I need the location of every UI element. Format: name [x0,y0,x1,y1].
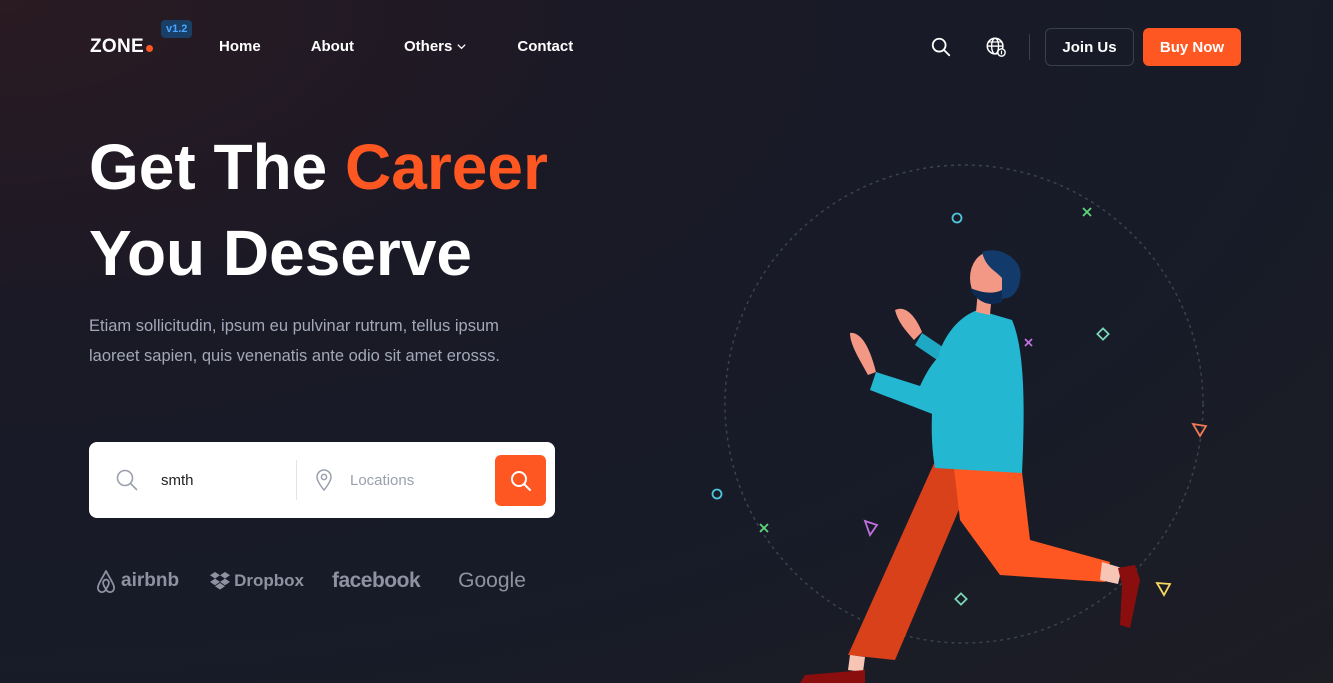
version-badge: v1.2 [161,20,193,38]
search-divider [296,460,297,500]
deco-cross [1024,338,1033,347]
deco-diamond [1096,327,1110,341]
location-pin-icon [316,469,332,492]
logo-text: ZONE [90,36,144,57]
search-icon [510,470,531,491]
nav-home[interactable]: Home [219,38,261,55]
brand-logos: airbnb Dropbox facebook Google [94,568,554,594]
main-nav: Home About Others Contact [219,38,623,55]
keyword-input[interactable] [161,468,281,492]
brand-dropbox-label: Dropbox [234,571,304,590]
hero-description: Etiam sollicitudin, ipsum eu pulvinar ru… [89,317,500,365]
nav-others[interactable]: Others [404,38,467,55]
job-search-box [89,442,555,518]
hero-illustration [711,164,1208,683]
deco-cross [1082,207,1092,217]
header-divider [1029,34,1030,60]
globe-icon[interactable] [985,36,1007,58]
hero-title-start: Get The [89,131,328,203]
brand-airbnb-label: airbnb [121,570,180,591]
airbnb-logo-icon [97,570,115,593]
deco-triangle [863,519,879,537]
search-submit-button[interactable] [495,455,546,506]
deco-circle [951,212,963,224]
brand-airbnb: airbnb [94,568,179,594]
deco-triangle [1155,581,1172,597]
chevron-down-icon [457,44,466,50]
running-person [800,250,1140,683]
hero-title: Get The Career You Deserve [89,124,548,296]
logo[interactable]: ZONE [90,36,153,58]
brand-google-label: Google [458,569,526,592]
deco-triangle [1191,422,1208,438]
deco-cross [759,523,769,533]
join-us-button[interactable]: Join Us [1045,28,1134,66]
deco-diamond [954,592,968,606]
brand-google: Google [458,569,526,593]
dropbox-logo-icon [210,572,231,590]
search-icon[interactable] [930,36,952,58]
location-input[interactable] [350,468,480,492]
hero-title-line2: You Deserve [89,217,472,289]
deco-circle [711,488,723,500]
buy-now-button[interactable]: Buy Now [1143,28,1241,66]
brand-facebook: facebook [331,569,421,593]
logo-dot [145,45,153,52]
brand-facebook-label: facebook [331,569,421,592]
hero-title-accent: Career [345,131,548,203]
nav-others-label: Others [404,38,453,55]
nav-about[interactable]: About [311,38,354,55]
search-icon [116,469,138,491]
brand-dropbox: Dropbox [209,571,304,591]
nav-contact[interactable]: Contact [517,38,573,55]
